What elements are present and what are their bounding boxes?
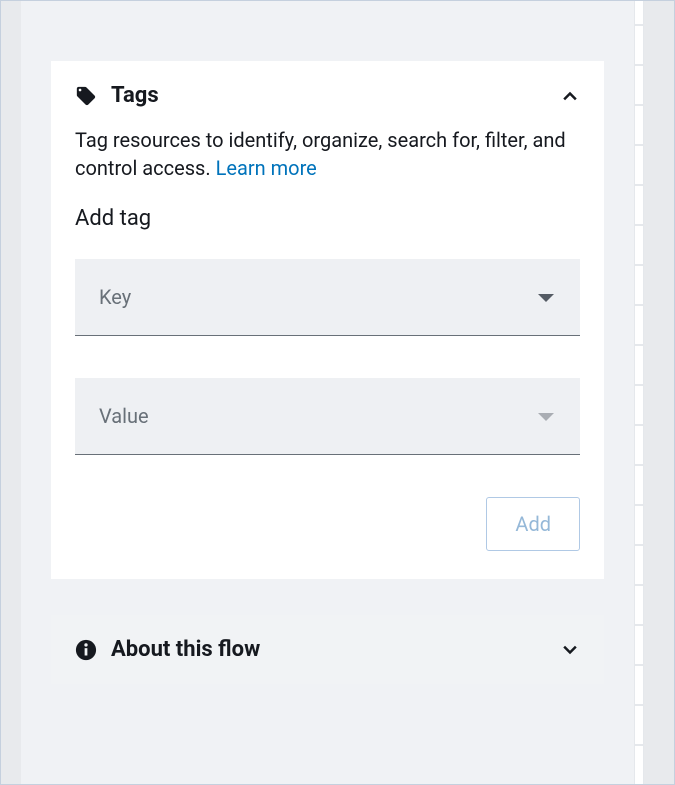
tags-section: Tags Tag resources to identify, organize… — [51, 61, 604, 579]
about-header-left: About this flow — [75, 637, 260, 662]
value-placeholder: Value — [99, 404, 149, 428]
add-tag-label: Add tag — [75, 206, 580, 231]
main-panel: Tags Tag resources to identify, organize… — [21, 1, 634, 784]
info-icon — [75, 639, 97, 661]
tags-header-left: Tags — [75, 83, 159, 108]
tags-section-body: Tag resources to identify, organize, sea… — [51, 126, 604, 579]
caret-down-icon — [536, 409, 556, 423]
add-button-row: Add — [75, 497, 580, 551]
tags-section-title: Tags — [111, 83, 159, 108]
key-placeholder: Key — [99, 285, 131, 309]
add-button[interactable]: Add — [486, 497, 580, 551]
about-section: About this flow — [51, 615, 604, 684]
page-container: Tags Tag resources to identify, organize… — [0, 0, 675, 785]
tags-description: Tag resources to identify, organize, sea… — [75, 126, 580, 182]
grid-sidebar — [634, 1, 644, 784]
chevron-up-icon — [560, 86, 580, 106]
tag-icon — [75, 85, 97, 107]
description-text: Tag resources to identify, organize, sea… — [75, 128, 566, 180]
key-select[interactable]: Key — [75, 259, 580, 336]
caret-down-icon — [536, 290, 556, 304]
about-section-header[interactable]: About this flow — [51, 615, 604, 684]
tags-section-header[interactable]: Tags — [51, 61, 604, 126]
learn-more-link[interactable]: Learn more — [216, 156, 317, 180]
about-section-title: About this flow — [111, 637, 260, 662]
chevron-down-icon — [560, 640, 580, 660]
value-select[interactable]: Value — [75, 378, 580, 455]
